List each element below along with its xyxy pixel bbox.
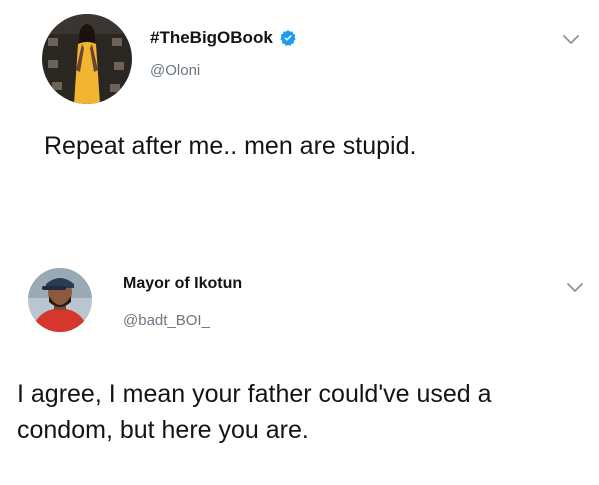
name-row: #TheBigOBook <box>150 28 297 48</box>
chevron-down-icon[interactable] <box>566 282 584 294</box>
verified-badge-icon <box>280 30 296 46</box>
name-row: Mayor of Ikotun <box>123 275 242 293</box>
avatar[interactable] <box>28 268 92 332</box>
display-name[interactable]: #TheBigOBook <box>150 28 273 48</box>
handle[interactable]: @Oloni <box>150 62 200 79</box>
tweet-original: #TheBigOBook @Oloni Repeat after me.. me… <box>0 0 599 235</box>
profile-photo-icon <box>42 14 132 104</box>
display-name[interactable]: Mayor of Ikotun <box>123 275 242 293</box>
tweet-reply: Mayor of Ikotun @badt_BOI_ I agree, I me… <box>0 250 599 485</box>
tweet-text: I agree, I mean your father could've use… <box>17 380 492 444</box>
handle[interactable]: @badt_BOI_ <box>123 312 210 329</box>
profile-photo-icon <box>28 268 92 332</box>
tweet-text: Repeat after me.. men are stupid. <box>44 132 417 160</box>
chevron-down-icon[interactable] <box>562 34 580 46</box>
avatar[interactable] <box>42 14 132 104</box>
